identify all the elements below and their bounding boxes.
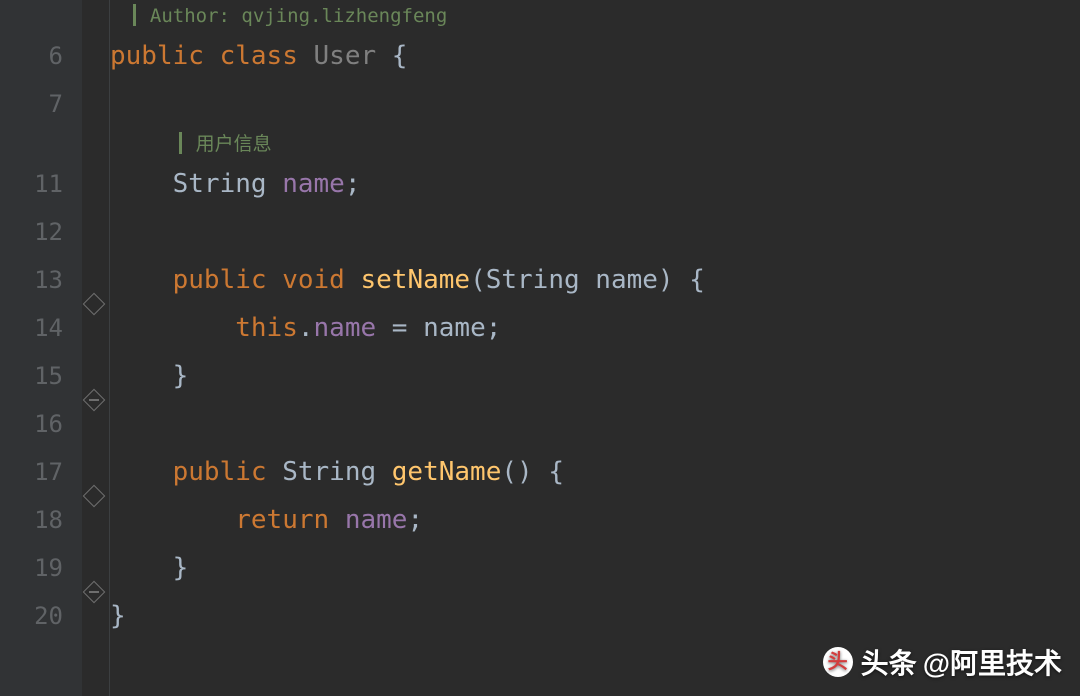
line-number: 14 xyxy=(0,304,81,352)
code-line xyxy=(110,400,1080,448)
watermark: 头 头条 @阿里技术 xyxy=(823,642,1062,682)
fold-handle-icon[interactable] xyxy=(83,293,106,316)
toutiao-logo-icon: 头 xyxy=(823,647,853,677)
line-number: 15 xyxy=(0,352,81,400)
line-number: 7 xyxy=(0,80,81,128)
line-number-gutter: 6 7 11 12 13 14 15 16 17 18 19 20 xyxy=(0,0,82,696)
line-number: 20 xyxy=(0,592,81,640)
fold-collapse-icon[interactable] xyxy=(83,389,106,412)
code-line: this.name = name; xyxy=(110,304,1080,352)
fold-column[interactable] xyxy=(82,0,110,696)
code-area[interactable]: Author: qvjing.lizhengfeng public class … xyxy=(110,0,1080,696)
code-line: public void setName(String name) { xyxy=(110,256,1080,304)
watermark-handle: @阿里技术 xyxy=(923,642,1062,682)
code-line: public String getName() { xyxy=(110,448,1080,496)
doc-comment: Author: qvjing.lizhengfeng xyxy=(110,0,1080,32)
doc-comment: 用户信息 xyxy=(110,128,1080,160)
line-number: 16 xyxy=(0,400,81,448)
code-line: } xyxy=(110,352,1080,400)
code-line xyxy=(110,208,1080,256)
code-editor[interactable]: 6 7 11 12 13 14 15 16 17 18 19 20 Author… xyxy=(0,0,1080,696)
code-line xyxy=(110,80,1080,128)
code-line: return name; xyxy=(110,496,1080,544)
code-line: } xyxy=(110,544,1080,592)
line-number xyxy=(0,128,81,160)
line-number: 17 xyxy=(0,448,81,496)
fold-collapse-icon[interactable] xyxy=(83,581,106,604)
line-number: 13 xyxy=(0,256,81,304)
line-number: 12 xyxy=(0,208,81,256)
code-line: public class User { xyxy=(110,32,1080,80)
line-number: 11 xyxy=(0,160,81,208)
line-number: 19 xyxy=(0,544,81,592)
code-line: } xyxy=(110,592,1080,640)
code-line: String name; xyxy=(110,160,1080,208)
line-number xyxy=(0,0,81,32)
watermark-brand: 头条 xyxy=(861,642,917,682)
fold-handle-icon[interactable] xyxy=(83,485,106,508)
line-number: 6 xyxy=(0,32,81,80)
line-number: 18 xyxy=(0,496,81,544)
